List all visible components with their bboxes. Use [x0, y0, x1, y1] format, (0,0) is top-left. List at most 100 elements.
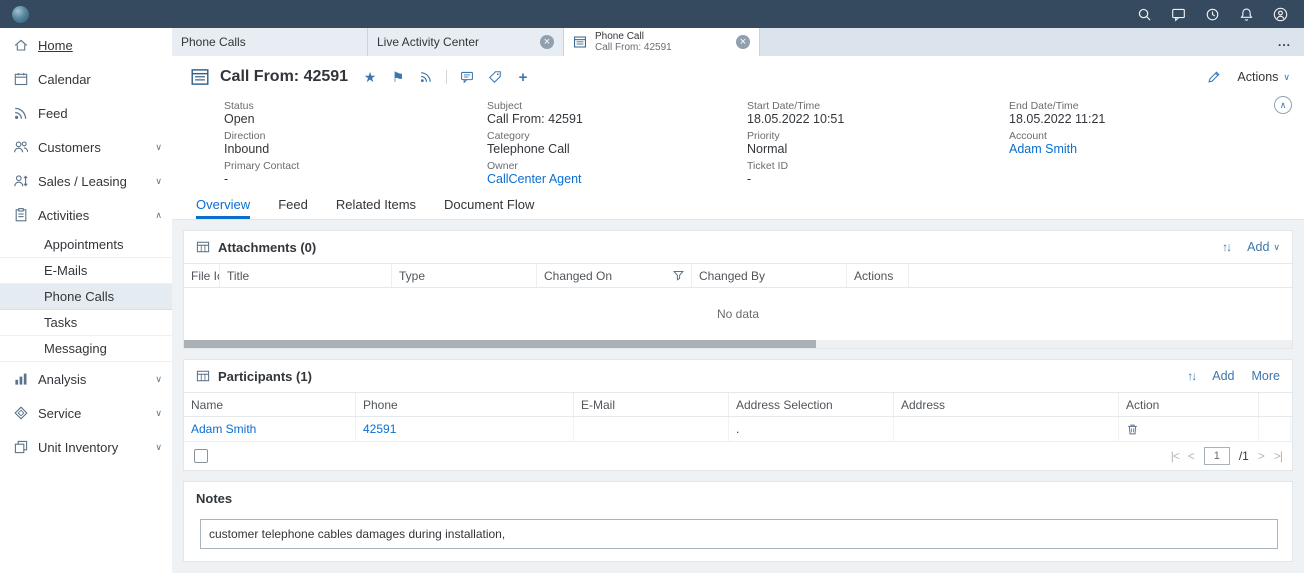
discussion-chat-icon[interactable]	[459, 69, 475, 85]
field-label: Category	[487, 130, 747, 142]
favorite-star-icon[interactable]	[362, 69, 378, 85]
edit-pencil-icon[interactable]	[1206, 69, 1222, 85]
sidebar-item-activities[interactable]: Activities	[0, 198, 172, 232]
tab-phone-call-active[interactable]: Phone Call Call From: 42591	[564, 28, 760, 56]
actions-button[interactable]: Actions	[1237, 70, 1290, 84]
notes-section: Notes customer telephone cables damages …	[183, 481, 1293, 562]
column-header-type[interactable]: Type	[392, 264, 537, 287]
history-icon[interactable]	[1205, 7, 1220, 22]
column-header-address[interactable]: Address	[894, 393, 1119, 416]
tab-feed[interactable]: Feed	[278, 197, 308, 219]
tab-related-items[interactable]: Related Items	[336, 197, 416, 219]
chevron-down-icon	[1283, 73, 1290, 82]
add-tag-icon[interactable]	[515, 69, 531, 85]
table-icon	[196, 369, 210, 383]
tab-strip: Phone Calls Live Activity Center Phone C…	[172, 28, 1304, 56]
flag-icon[interactable]	[390, 69, 406, 85]
sort-icon[interactable]	[1187, 369, 1195, 383]
field-label: End Date/Time	[1009, 100, 1304, 112]
select-all-checkbox[interactable]	[194, 449, 208, 463]
participant-phone-link[interactable]: 42591	[363, 422, 396, 436]
sidebar-item-label: Messaging	[44, 341, 107, 356]
analysis-icon	[13, 371, 29, 387]
company-logo	[12, 6, 29, 23]
sidebar-item-calendar[interactable]: Calendar	[0, 62, 172, 96]
tab-overflow-button[interactable]: ...	[1265, 35, 1304, 49]
filter-funnel-icon[interactable]	[673, 270, 684, 281]
sidebar-item-emails[interactable]: E-Mails	[0, 258, 172, 284]
sidebar-item-phone-calls[interactable]: Phone Calls	[0, 284, 172, 310]
delete-trash-icon[interactable]	[1126, 423, 1139, 436]
sidebar-item-messaging[interactable]: Messaging	[0, 336, 172, 362]
field-label: Start Date/Time	[747, 100, 1009, 112]
sidebar-item-label: Tasks	[44, 315, 77, 330]
column-header-title[interactable]: Title	[220, 264, 392, 287]
feedback-icon[interactable]	[1171, 7, 1186, 22]
sidebar-item-sales-leasing[interactable]: Sales / Leasing	[0, 164, 172, 198]
owner-link[interactable]: CallCenter Agent	[487, 172, 747, 187]
column-header-name[interactable]: Name	[184, 393, 356, 416]
follow-feed-icon[interactable]	[418, 69, 434, 85]
sidebar-item-appointments[interactable]: Appointments	[0, 232, 172, 258]
sidebar-item-service[interactable]: Service	[0, 396, 172, 430]
empty-state: No data	[184, 288, 1292, 340]
sidebar-item-customers[interactable]: Customers	[0, 130, 172, 164]
tab-document-flow[interactable]: Document Flow	[444, 197, 534, 219]
empty-cell	[1009, 160, 1304, 190]
account-link[interactable]: Adam Smith	[1009, 142, 1304, 157]
field-label: Ticket ID	[747, 160, 1009, 172]
sidebar-item-unit-inventory[interactable]: Unit Inventory	[0, 430, 172, 464]
scrollbar-thumb[interactable]	[184, 340, 816, 348]
close-icon[interactable]	[540, 35, 554, 49]
tab-phone-calls[interactable]: Phone Calls	[172, 28, 368, 56]
sidebar-item-tasks[interactable]: Tasks	[0, 310, 172, 336]
sidebar-item-label: Appointments	[44, 237, 124, 252]
column-header-file-icon[interactable]: File Ic	[184, 264, 220, 287]
column-header-changed-on[interactable]: Changed On	[537, 264, 692, 287]
tab-live-activity-center[interactable]: Live Activity Center	[368, 28, 564, 56]
tab-overview[interactable]: Overview	[196, 197, 250, 219]
section-title: Notes	[196, 491, 1280, 506]
last-page-icon[interactable]	[1274, 450, 1282, 462]
sort-icon[interactable]	[1222, 240, 1230, 254]
shell-bar	[0, 0, 1304, 28]
section-title: Attachments (0)	[218, 240, 316, 255]
participant-name-link[interactable]: Adam Smith	[191, 422, 256, 436]
add-participant-button[interactable]: Add	[1212, 369, 1234, 383]
sidebar-item-feed[interactable]: Feed	[0, 96, 172, 130]
collapse-header-button[interactable]	[1274, 96, 1292, 114]
main-panel: Attachments (0) Add File Ic Title Type C…	[172, 220, 1304, 573]
column-header-address-selection[interactable]: Address Selection	[729, 393, 894, 416]
profile-icon[interactable]	[1273, 7, 1288, 22]
sidebar-item-label: Service	[38, 406, 81, 421]
chevron-up-icon	[1280, 100, 1287, 111]
column-header-action[interactable]: Action	[1119, 393, 1259, 416]
column-header-email[interactable]: E-Mail	[574, 393, 729, 416]
tag-icon[interactable]	[487, 69, 503, 85]
sidebar-item-label: Analysis	[38, 372, 86, 387]
notes-input[interactable]: customer telephone cables damages during…	[200, 519, 1278, 549]
activities-icon	[13, 207, 29, 223]
more-button[interactable]: More	[1252, 369, 1280, 383]
field-value-priority: Normal	[747, 142, 1009, 157]
attachments-section: Attachments (0) Add File Ic Title Type C…	[183, 230, 1293, 349]
column-header-changed-by[interactable]: Changed By	[692, 264, 847, 287]
page-number-input[interactable]: 1	[1204, 447, 1230, 465]
search-icon[interactable]	[1137, 7, 1152, 22]
horizontal-scrollbar[interactable]	[184, 340, 1292, 348]
sidebar-item-home[interactable]: Home	[0, 28, 172, 62]
column-header-phone[interactable]: Phone	[356, 393, 574, 416]
first-page-icon[interactable]	[1171, 450, 1179, 462]
field-label: Direction	[224, 130, 487, 142]
sidebar-item-label: E-Mails	[44, 263, 87, 278]
column-header-actions[interactable]: Actions	[847, 264, 909, 287]
attachments-table-header: File Ic Title Type Changed On Changed By…	[184, 263, 1292, 288]
next-page-icon[interactable]	[1258, 450, 1265, 462]
sidebar-item-analysis[interactable]: Analysis	[0, 362, 172, 396]
close-icon[interactable]	[736, 35, 750, 49]
field-value-direction: Inbound	[224, 142, 487, 157]
add-attachment-button[interactable]: Add	[1247, 240, 1280, 254]
previous-page-icon[interactable]	[1188, 450, 1195, 462]
field-label: Primary Contact	[224, 160, 487, 172]
notifications-bell-icon[interactable]	[1239, 7, 1254, 22]
